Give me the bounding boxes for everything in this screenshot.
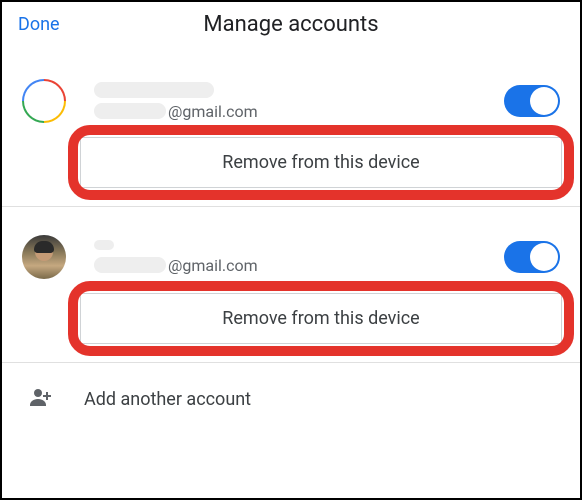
account-name-redacted [94, 240, 114, 250]
account-section: @gmail.com Remove from this device [2, 51, 580, 207]
email-domain: @gmail.com [168, 256, 258, 275]
account-name-redacted [94, 82, 214, 98]
account-info: @gmail.com [94, 240, 492, 275]
done-button[interactable]: Done [18, 14, 60, 35]
add-another-account-label: Add another account [84, 389, 251, 410]
email-domain: @gmail.com [168, 102, 258, 121]
account-email: @gmail.com [94, 256, 492, 275]
avatar [22, 79, 66, 123]
email-user-redacted [94, 103, 166, 119]
avatar [22, 235, 66, 279]
account-toggle[interactable] [504, 241, 560, 273]
remove-from-device-button[interactable]: Remove from this device [80, 293, 562, 344]
header: Done Manage accounts [2, 2, 580, 51]
remove-button-wrap: Remove from this device [80, 293, 562, 344]
account-toggle[interactable] [504, 85, 560, 117]
account-email: @gmail.com [94, 102, 492, 121]
account-row: @gmail.com [2, 51, 580, 123]
account-row: @gmail.com [2, 207, 580, 279]
email-user-redacted [94, 257, 166, 273]
add-another-account-row[interactable]: Add another account [2, 363, 580, 413]
person-add-icon [26, 385, 54, 413]
remove-button-wrap: Remove from this device [80, 137, 562, 188]
page-title: Manage accounts [203, 12, 378, 37]
account-info: @gmail.com [94, 82, 492, 121]
account-section: @gmail.com Remove from this device [2, 207, 580, 363]
remove-from-device-button[interactable]: Remove from this device [80, 137, 562, 188]
